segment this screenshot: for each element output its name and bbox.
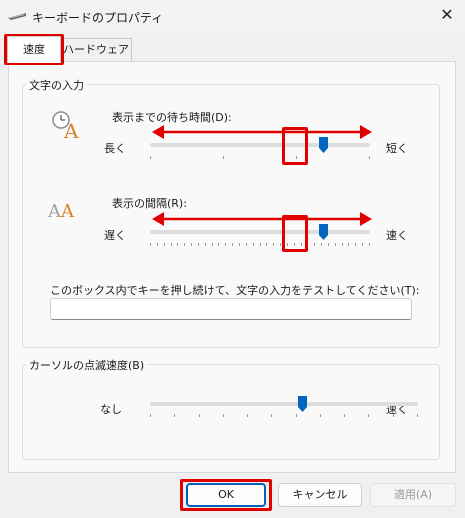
slider-tick	[266, 243, 267, 246]
slider-tick	[174, 414, 175, 417]
slider-tick	[212, 243, 213, 246]
slider-tick	[150, 243, 151, 246]
repeat-delay-ticks	[150, 156, 370, 160]
apply-button[interactable]: 適用(A)	[370, 483, 456, 507]
repeat-delay-label: 表示までの待ち時間(D):	[112, 111, 232, 124]
slider-tick	[223, 156, 224, 159]
slider-tick	[328, 243, 329, 246]
slider-tick	[342, 243, 343, 246]
slider-tick	[198, 243, 199, 246]
slider-tick	[247, 414, 248, 417]
svg-text:A: A	[48, 201, 62, 221]
slider-tick	[355, 243, 356, 246]
slider-tick	[150, 156, 151, 159]
cursor-blink-ticks	[150, 414, 418, 418]
repeat-rate-min-label: 遅く	[104, 229, 126, 242]
slider-tick	[225, 243, 226, 246]
close-button[interactable]: ✕	[436, 4, 458, 26]
cursor-blink-group-label: カーソルの点滅速度(B)	[26, 357, 148, 373]
cursor-blink-slider-thumb[interactable]	[297, 395, 308, 413]
cursor-blink-track[interactable]	[150, 402, 418, 406]
slider-tick	[320, 414, 321, 417]
double-letter-a-icon: A A	[48, 201, 75, 221]
slider-tick	[205, 243, 206, 246]
slider-tick	[296, 156, 297, 159]
slider-tick	[271, 414, 272, 417]
slider-tick	[232, 243, 233, 246]
slider-tick	[239, 243, 240, 246]
clock-letter-a-icon: A	[52, 111, 79, 140]
slider-tick	[294, 243, 295, 246]
svg-text:A: A	[63, 119, 79, 140]
double-arrow-annotation	[152, 125, 372, 139]
repeat-rate-max-label: 速く	[386, 229, 408, 242]
ok-button[interactable]: OK	[186, 483, 266, 507]
slider-tick	[296, 414, 297, 417]
slider-tick	[164, 243, 165, 246]
slider-tick	[223, 414, 224, 417]
slider-tick	[191, 243, 192, 246]
slider-tick	[253, 243, 254, 246]
repeat-rate-ticks	[150, 243, 370, 247]
slider-tick	[301, 243, 302, 246]
repeat-delay-min-label: 長く	[104, 142, 126, 155]
slider-tick	[150, 414, 151, 417]
slider-tick	[260, 243, 261, 246]
slider-tick	[157, 243, 158, 246]
slider-tick	[369, 243, 370, 246]
slider-tick	[199, 414, 200, 417]
slider-tick	[314, 243, 315, 246]
repeat-delay-track[interactable]	[150, 143, 370, 147]
slider-tick	[417, 414, 418, 417]
repeat-rate-track[interactable]	[150, 230, 370, 234]
keyboard-icon	[8, 13, 26, 20]
char-input-group-label: 文字の入力	[26, 77, 87, 93]
repeat-rate-label: 表示の間隔(R):	[112, 197, 187, 210]
slider-tick	[369, 156, 370, 159]
repeat-delay-max-label: 短く	[386, 142, 408, 155]
test-box-label: このボックス内でキーを押し続けて、文字の入力をテストしてください(T):	[50, 284, 420, 297]
double-arrow-annotation	[152, 212, 372, 226]
slider-tick	[348, 243, 349, 246]
cursor-blink-min-label: なし	[100, 403, 122, 416]
slider-tick	[368, 414, 369, 417]
slider-tick	[218, 243, 219, 246]
slider-tick	[287, 243, 288, 246]
cursor-blink-group	[22, 364, 440, 460]
slider-tick	[171, 243, 172, 246]
slider-tick	[307, 243, 308, 246]
slider-tick	[177, 243, 178, 246]
slider-tick	[246, 243, 247, 246]
slider-tick	[273, 243, 274, 246]
window-title: キーボードのプロパティ	[32, 11, 164, 25]
slider-tick	[393, 414, 394, 417]
slider-tick	[362, 243, 363, 246]
tab-hardware[interactable]: ハードウェア	[60, 38, 132, 61]
svg-text:A: A	[60, 201, 75, 221]
slider-tick	[335, 243, 336, 246]
slider-tick	[184, 243, 185, 246]
slider-tick	[344, 414, 345, 417]
slider-tick	[280, 243, 281, 246]
slider-tick	[321, 243, 322, 246]
tab-speed[interactable]: 速度	[7, 36, 61, 63]
cancel-button[interactable]: キャンセル	[278, 483, 362, 507]
typing-test-input[interactable]	[50, 298, 412, 320]
